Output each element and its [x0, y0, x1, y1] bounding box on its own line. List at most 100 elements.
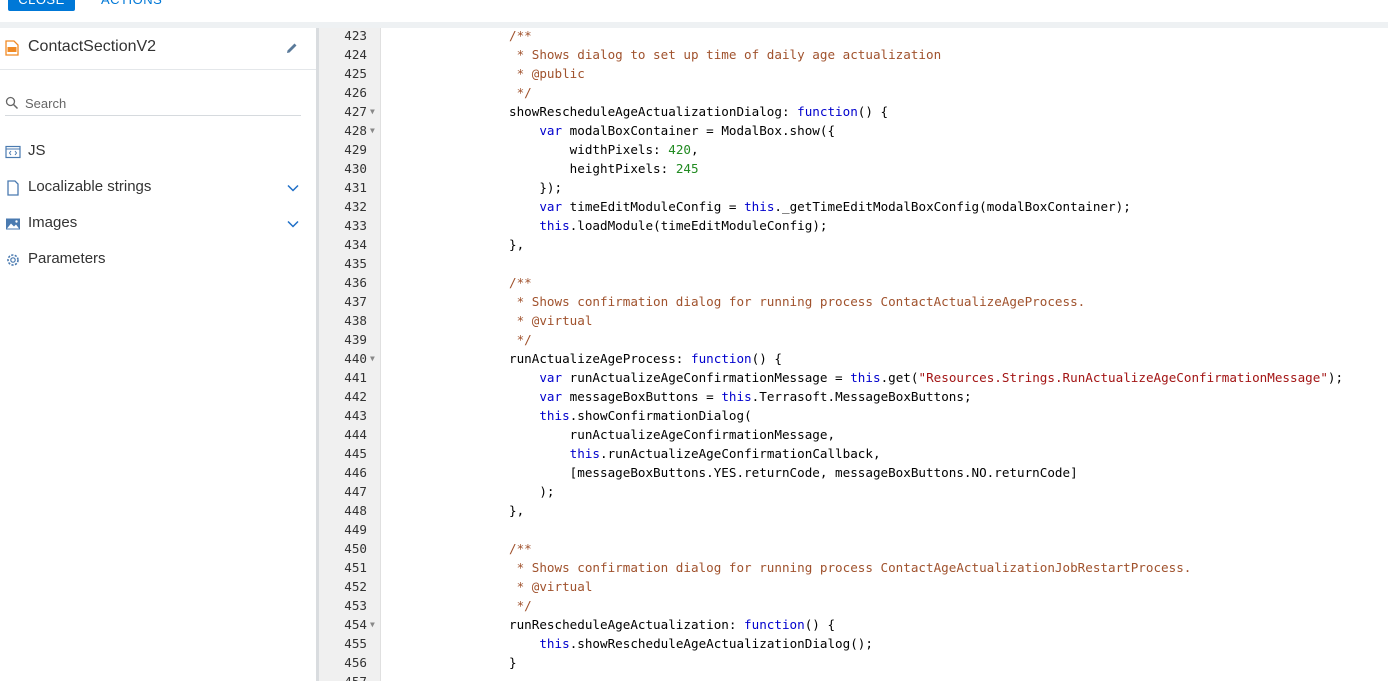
code-token: this [850, 370, 881, 385]
code-token: this [569, 446, 601, 461]
code-line[interactable]: 424 * Shows dialog to set up time of dai… [318, 45, 1388, 64]
chevron-down-icon[interactable] [286, 181, 300, 195]
code-line[interactable]: 431 }); [318, 178, 1388, 197]
line-number: 444 [344, 427, 367, 442]
code-line[interactable]: 433 this.loadModule(timeEditModuleConfig… [318, 216, 1388, 235]
code-line[interactable]: 427 ▼ showRescheduleAgeActualizationDialog… [318, 102, 1388, 121]
code-token: ._getTimeEditModalBoxConfig(modalBoxCont… [774, 199, 1131, 214]
sidebar-item-localizable-strings[interactable]: Localizable strings [0, 172, 318, 202]
code-text: * @virtual [509, 577, 593, 596]
pencil-icon[interactable] [285, 41, 299, 55]
code-text: var modalBoxContainer = ModalBox.show({ [509, 121, 835, 140]
gear-icon [7, 254, 19, 266]
code-text: runActualizeAgeProcess: function() { [509, 349, 782, 368]
code-token: * Shows confirmation dialog for running … [509, 560, 1192, 575]
line-number: 440 [344, 351, 367, 366]
code-line[interactable]: 450 /** [318, 539, 1388, 558]
code-file-icon [5, 145, 21, 159]
code-token: "Resources.Strings.RunActualizeAgeConfir… [918, 370, 1328, 385]
code-line[interactable]: 437 * Shows confirmation dialog for runn… [318, 292, 1388, 311]
code-text: }); [509, 178, 562, 197]
code-line[interactable]: 453 */ [318, 596, 1388, 615]
code-token: function [797, 104, 858, 119]
line-number: 429 [344, 142, 367, 157]
code-text: ); [509, 482, 555, 501]
code-text: */ [509, 330, 532, 349]
code-token: () { [751, 351, 782, 366]
code-line[interactable]: 442 var messageBoxButtons = this.Terraso… [318, 387, 1388, 406]
code-text: * Shows confirmation dialog for running … [509, 292, 1086, 311]
code-line[interactable]: 447 ); [318, 482, 1388, 501]
code-text: this.showRescheduleAgeActualizationDialo… [509, 634, 873, 653]
code-line[interactable]: 435 [318, 254, 1388, 273]
code-line[interactable]: 428 ▼ var modalBoxContainer = ModalBox.sh… [318, 121, 1388, 140]
fold-arrow-icon[interactable]: ▼ [370, 349, 375, 368]
code-line[interactable]: 434}, [318, 235, 1388, 254]
code-line[interactable]: 457 [318, 672, 1388, 681]
code-text: }, [509, 501, 524, 520]
code-line[interactable]: 448}, [318, 501, 1388, 520]
fold-arrow-icon[interactable]: ▼ [370, 102, 375, 121]
code-token: this [539, 636, 570, 651]
chevron-down-icon[interactable] [286, 217, 300, 231]
code-line[interactable]: 456} [318, 653, 1388, 672]
code-text: this.loadModule(timeEditModuleConfig); [509, 216, 827, 235]
actions-button[interactable]: ACTIONS [101, 0, 162, 11]
code-line[interactable]: 430 heightPixels: 245 [318, 159, 1388, 178]
code-token: } [509, 655, 517, 670]
close-button[interactable]: CLOSE [8, 0, 75, 11]
code-token: heightPixels: [509, 161, 676, 176]
code-line[interactable]: 423 /** [318, 26, 1388, 45]
code-line[interactable]: 425 * @public [318, 64, 1388, 83]
sidebar-item-js[interactable]: JS [0, 136, 318, 166]
code-token: .showConfirmationDialog( [569, 408, 752, 423]
code-line[interactable]: 438 * @virtual [318, 311, 1388, 330]
search-icon [5, 96, 19, 110]
code-token: /** [509, 275, 532, 290]
code-token: .runActualizeAgeConfirmationCallback, [600, 446, 881, 461]
code-line[interactable]: 439 */ [318, 330, 1388, 349]
code-line[interactable]: 444 runActualizeAgeConfirmationMessage, [318, 425, 1388, 444]
line-number: 425 [344, 66, 367, 81]
code-line[interactable]: 429 widthPixels: 420, [318, 140, 1388, 159]
code-line[interactable]: 443 this.showConfirmationDialog( [318, 406, 1388, 425]
sidebar-item-images[interactable]: Images [0, 208, 318, 238]
code-line[interactable]: 446 [messageBoxButtons.YES.returnCode, m… [318, 463, 1388, 482]
code-text: this.showConfirmationDialog( [509, 406, 752, 425]
line-number: 449 [344, 522, 367, 537]
code-line[interactable]: 454 ▼ runRescheduleAgeActualization: funct… [318, 615, 1388, 634]
fold-arrow-icon[interactable]: ▼ [370, 615, 375, 634]
code-token: timeEditModuleConfig = [562, 199, 745, 214]
code-token: this [539, 218, 570, 233]
line-number: 427 [344, 104, 367, 119]
line-number: 423 [344, 28, 367, 43]
line-number: 445 [344, 446, 367, 461]
code-line[interactable]: 440 ▼ runActualizeAgeProcess: function() { [318, 349, 1388, 368]
code-token: () { [804, 617, 836, 632]
code-token: function [690, 351, 752, 366]
code-line[interactable]: 451 * Shows confirmation dialog for runn… [318, 558, 1388, 577]
code-line[interactable]: 436 /** [318, 273, 1388, 292]
code-line[interactable]: 441 var runActualizeAgeConfirmationMessa… [318, 368, 1388, 387]
code-line[interactable]: 432 var timeEditModuleConfig = this._get… [318, 197, 1388, 216]
search-input[interactable] [25, 94, 295, 112]
code-line[interactable]: 455 this.showRescheduleAgeActualizationD… [318, 634, 1388, 653]
code-token: ); [1327, 370, 1344, 385]
sidebar-item-parameters[interactable]: Parameters [0, 244, 318, 274]
code-token: * Shows confirmation dialog for running … [509, 294, 1086, 309]
line-number: 441 [344, 370, 367, 385]
code-line[interactable]: 449 [318, 520, 1388, 539]
code-token: [messageBoxButtons.YES.returnCode, messa… [509, 465, 1078, 480]
code-line[interactable]: 445 this.runActualizeAgeConfirmationCall… [318, 444, 1388, 463]
fold-arrow-icon[interactable]: ▼ [370, 121, 375, 140]
code-token: runActualizeAgeConfirmationMessage, [509, 427, 836, 442]
code-token: ); [509, 484, 555, 499]
code-line[interactable]: 452 * @virtual [318, 577, 1388, 596]
code-line[interactable]: 426 */ [318, 83, 1388, 102]
code-token: runRescheduleAgeActualization: [509, 617, 745, 632]
code-lines[interactable]: 423 /** 424 * Shows dialog to set up time … [318, 26, 1388, 681]
code-text: runActualizeAgeConfirmationMessage, [509, 425, 835, 444]
